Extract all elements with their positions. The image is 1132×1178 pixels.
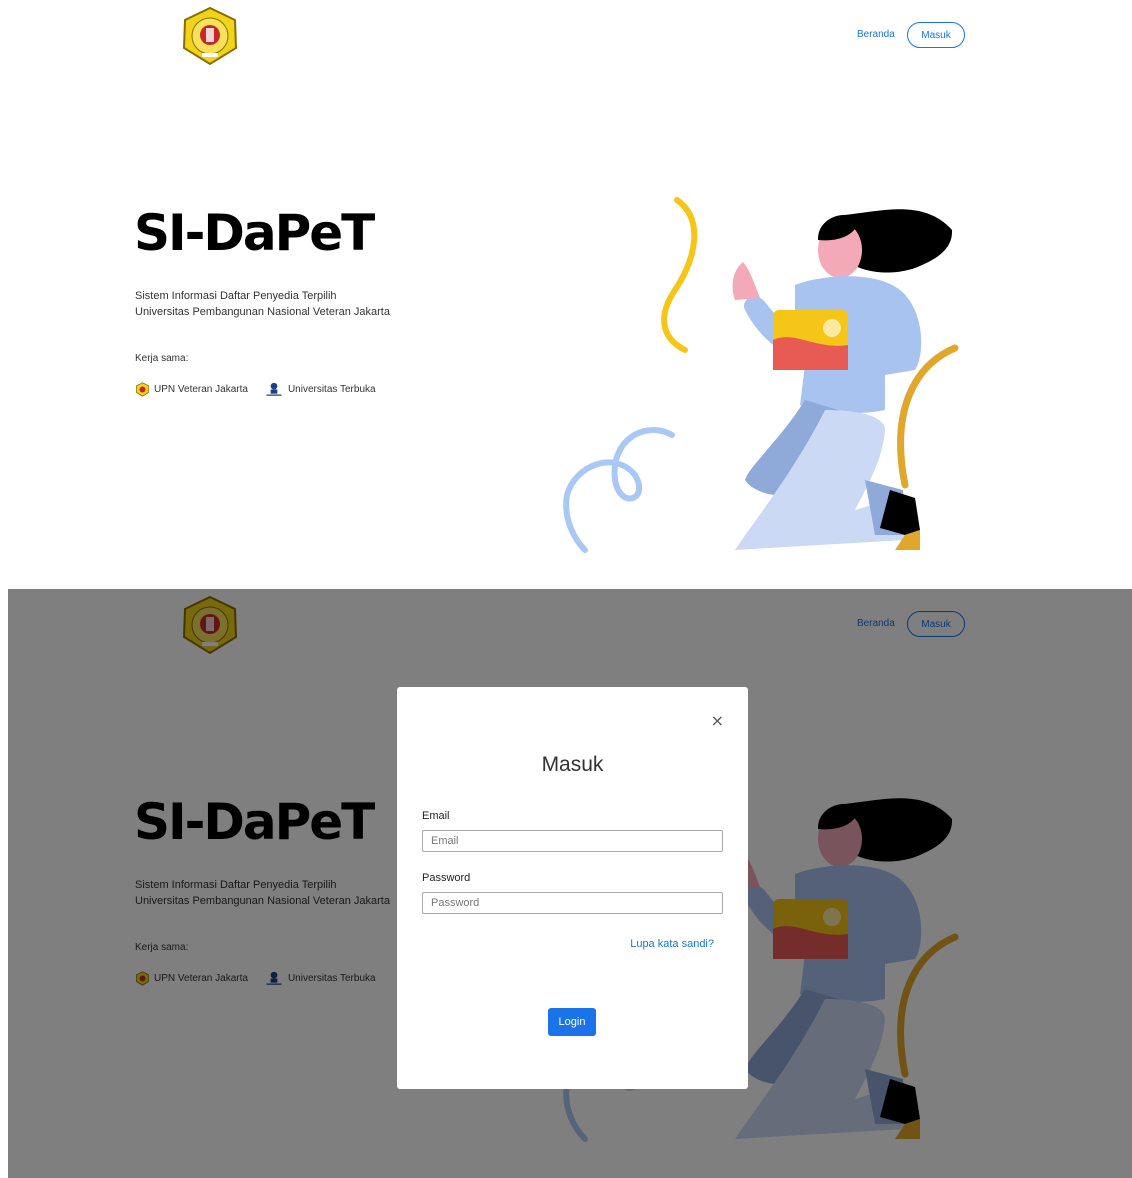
landing-screen: Beranda Masuk SI-DaPeT Sistem Informasi … [0, 0, 1132, 589]
hero-subtitle-line1: Sistem Informasi Daftar Penyedia Terpili… [135, 290, 337, 302]
close-icon[interactable]: × [711, 711, 724, 730]
upn-logo-icon [182, 6, 238, 66]
partner-name: Universitas Terbuka [287, 384, 376, 395]
kerja-sama-label: Kerja sama: [135, 353, 189, 364]
email-field[interactable] [422, 830, 723, 852]
login-modal: × Masuk Email Password Lupa kata sandi? … [397, 687, 748, 1089]
nav-masuk-button[interactable]: Masuk [907, 22, 965, 48]
ut-logo-icon [266, 382, 282, 396]
email-label: Email [422, 810, 450, 822]
nav-beranda-link[interactable]: Beranda [857, 29, 895, 40]
password-field[interactable] [422, 892, 723, 914]
partner-ut: Universitas Terbuka [264, 382, 376, 397]
password-label: Password [422, 872, 471, 884]
hero-illustration [563, 197, 959, 553]
partner-list: UPN Veteran Jakarta Universitas Terbuka [135, 382, 392, 397]
hero-subtitle: Sistem Informasi Daftar Penyedia Terpili… [135, 288, 390, 320]
partner-upn: UPN Veteran Jakarta [135, 382, 248, 397]
modal-title: Masuk [541, 753, 604, 776]
login-button[interactable]: Login [548, 1008, 596, 1036]
login-screen: Beranda Masuk SI-DaPeT Sistem Informasi … [8, 589, 1132, 1178]
upn-logo-icon [136, 382, 149, 397]
forgot-password-link[interactable]: Lupa kata sandi? [630, 938, 714, 950]
hero-title: SI-DaPeT [134, 204, 375, 262]
hero-subtitle-line2: Universitas Pembangunan Nasional Veteran… [135, 306, 390, 318]
partner-name: UPN Veteran Jakarta [154, 384, 248, 395]
